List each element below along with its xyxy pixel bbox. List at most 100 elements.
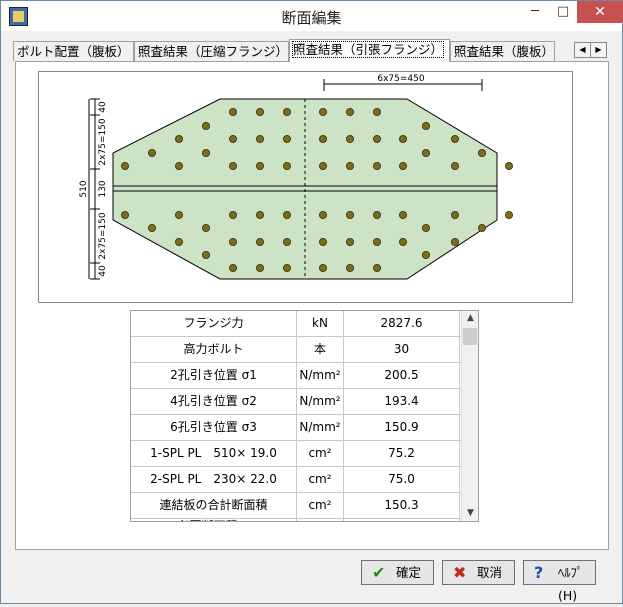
title-bar: 断面編集 ─ □ ✕ — [1, 1, 623, 31]
bolt-hole — [372, 210, 381, 219]
value-cell: 200.5 — [344, 363, 460, 388]
left-dimension-label: 2x75=150 — [98, 118, 108, 165]
bolt-hole — [372, 263, 381, 272]
item-cell: 4孔引き位置 σ2 — [131, 389, 297, 414]
bolt-hole — [450, 210, 459, 219]
value-cell: 193.4 — [344, 389, 460, 414]
bolt-hole — [148, 223, 157, 232]
bolt-hole — [255, 210, 264, 219]
bolt-hole — [282, 237, 291, 246]
bolt-hole — [398, 162, 407, 171]
table-row: 2-SPL PL 230× 22.0 cm² 75.0 — [131, 467, 461, 493]
bolt-hole — [318, 237, 327, 246]
help-icon: ? — [534, 563, 544, 582]
bolt-hole — [174, 162, 183, 171]
bolt-hole — [174, 237, 183, 246]
bolt-hole — [201, 223, 210, 232]
left-dimension-label: 130 — [98, 180, 108, 197]
help-button[interactable]: ? ﾍﾙﾌﾟ(H) — [523, 560, 596, 603]
tab-bolt-layout-web[interactable]: ボルト配置（腹板） — [13, 41, 134, 61]
bolt-hole — [345, 162, 354, 171]
unit-cell: 本 — [297, 337, 344, 362]
bolt-hole — [318, 135, 327, 144]
left-total-dimension-label: 510 — [79, 180, 89, 197]
table-row: フランジ力 kN 2827.6 — [131, 311, 461, 337]
confirm-button-label: 確定 — [396, 565, 422, 580]
unit-cell: N/mm² — [297, 415, 344, 440]
bolt-hole — [228, 263, 237, 272]
minimize-button[interactable]: ─ — [521, 1, 549, 23]
splice-plate-drawing: 6x75=450 510 40 2x75=150 130 2x75=150 40 — [38, 71, 573, 303]
item-cell: フランジ力 — [131, 311, 297, 336]
scroll-up-icon[interactable]: ▲ — [462, 311, 478, 326]
scroll-down-icon[interactable]: ▼ — [462, 506, 478, 521]
bolt-hole — [228, 237, 237, 246]
unit-cell: cm² — [297, 441, 344, 466]
tab-check-web[interactable]: 照査結果（腹板） — [450, 41, 555, 61]
bolt-hole — [345, 210, 354, 219]
bolt-hole — [318, 162, 327, 171]
item-cell: 1-SPL PL 510× 19.0 — [131, 441, 297, 466]
bolt-hole — [148, 149, 157, 158]
table-row: 必要断面積 Acm²134.6 — [131, 514, 461, 521]
maximize-button[interactable]: □ — [549, 1, 577, 23]
bolt-hole — [121, 210, 130, 219]
cancel-button-label: 取消 — [477, 565, 503, 580]
bolt-hole — [174, 135, 183, 144]
bolt-hole — [228, 108, 237, 117]
tab-check-compression-flange[interactable]: 照査結果（圧縮フランジ） — [134, 41, 289, 61]
bolt-hole — [421, 223, 430, 232]
value-cell: 75.2 — [344, 441, 460, 466]
bolt-hole — [345, 135, 354, 144]
table-row: 2孔引き位置 σ1 N/mm² 200.5 — [131, 363, 461, 389]
bolt-hole — [398, 237, 407, 246]
bolt-hole — [372, 108, 381, 117]
table-row: 高力ボルト本 30 — [131, 337, 461, 363]
bolt-hole — [372, 135, 381, 144]
bolt-hole — [450, 237, 459, 246]
confirm-button[interactable]: ✔ 確定 — [361, 560, 434, 585]
bolt-hole — [282, 108, 291, 117]
value-cell: 75.0 — [344, 467, 460, 492]
bolt-hole — [504, 162, 513, 171]
tab-label: 照査結果（腹板） — [454, 44, 555, 59]
bolt-hole — [477, 149, 486, 158]
result-table: フランジ力 kN 2827.6 高力ボルト本 30 2孔引き位置 σ1 N/mm² 200… — [130, 310, 479, 522]
bolt-hole — [318, 263, 327, 272]
item-cell: 6孔引き位置 σ3 — [131, 415, 297, 440]
bolt-hole — [345, 263, 354, 272]
bolt-hole — [477, 223, 486, 232]
bolt-hole — [372, 237, 381, 246]
bolt-hole — [421, 250, 430, 259]
bolt-hole — [201, 149, 210, 158]
bolt-hole — [201, 122, 210, 131]
bolt-hole — [450, 162, 459, 171]
value-cell: 2827.6 — [344, 311, 460, 336]
item-cell: 2-SPL PL 230× 22.0 — [131, 467, 297, 492]
unit-cell: N/mm² — [297, 363, 344, 388]
left-dimension-label: 40 — [98, 265, 108, 277]
value-cell: 150.9 — [344, 415, 460, 440]
cross-icon: ✖ — [453, 563, 467, 582]
bolt-hole — [255, 162, 264, 171]
bolt-hole — [255, 263, 264, 272]
unit-cell: kN — [297, 311, 344, 336]
value-cell: 30 — [344, 337, 460, 362]
tab-check-tension-flange[interactable]: 照査結果（引張フランジ） — [289, 39, 450, 62]
bolt-hole — [318, 210, 327, 219]
bolt-hole — [228, 135, 237, 144]
scroll-thumb[interactable] — [463, 328, 477, 345]
unit-cell: cm² — [297, 514, 344, 521]
bolt-hole — [318, 108, 327, 117]
tab-scroll-right-icon[interactable]: ▶ — [590, 42, 607, 58]
tab-panel: 6x75=450 510 40 2x75=150 130 2x75=150 40… — [15, 61, 609, 550]
tab-scroll-left-icon[interactable]: ◀ — [574, 42, 591, 58]
table-row: 1-SPL PL 510× 19.0 cm² 75.2 — [131, 441, 461, 467]
bolt-hole — [282, 162, 291, 171]
bolt-hole — [282, 135, 291, 144]
cancel-button[interactable]: ✖ 取消 — [442, 560, 515, 585]
close-button[interactable]: ✕ — [577, 1, 623, 23]
bolt-hole — [282, 210, 291, 219]
bolt-hole — [421, 122, 430, 131]
table-scrollbar[interactable]: ▲ ▼ — [461, 311, 478, 521]
